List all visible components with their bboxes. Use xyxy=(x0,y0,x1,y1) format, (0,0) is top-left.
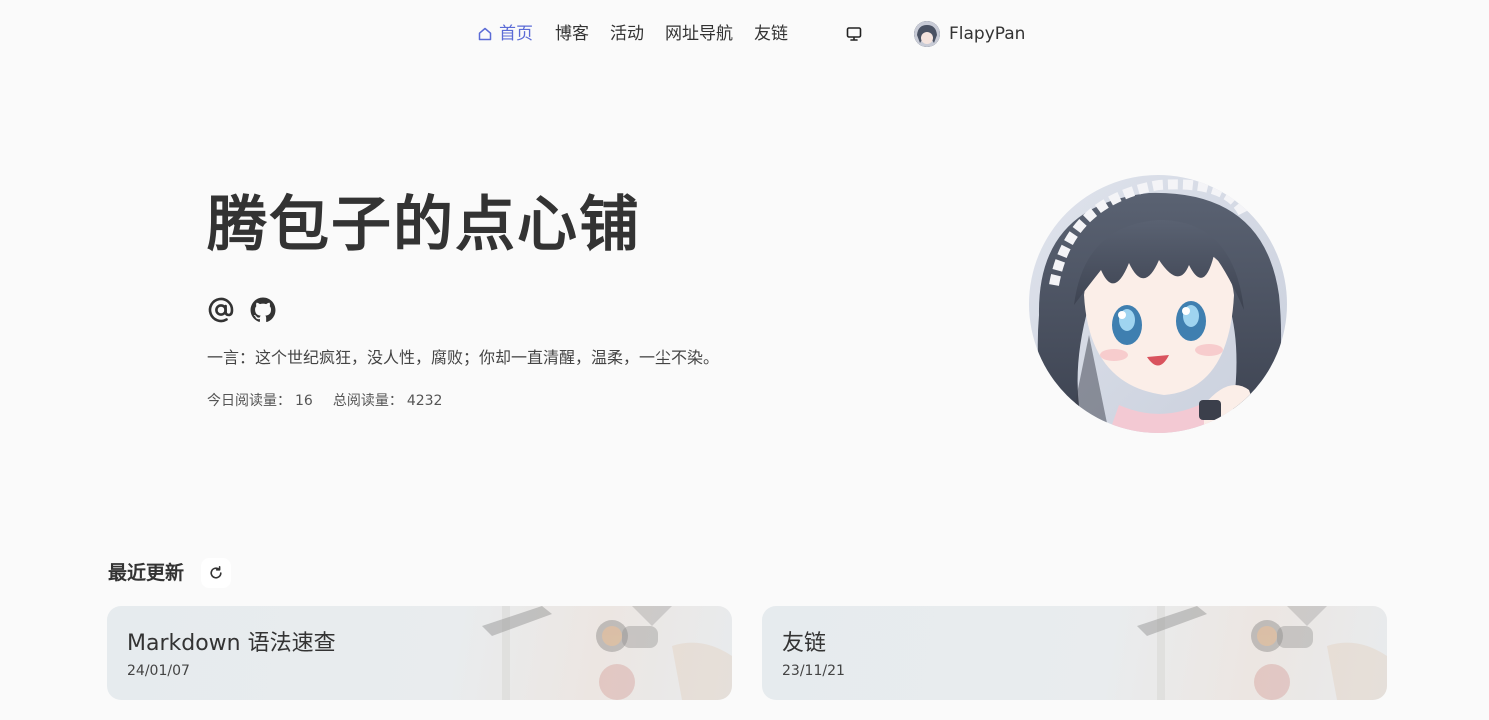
nav-friend-links[interactable]: 友链 xyxy=(754,22,788,46)
refresh-icon xyxy=(210,566,222,579)
nav-sites[interactable]: 网址导航 xyxy=(665,22,733,46)
card-background-illustration xyxy=(482,606,732,700)
email-link[interactable] xyxy=(207,296,235,324)
nav-home[interactable]: 首页 xyxy=(477,22,533,46)
read-stats: 今日阅读量： 16 总阅读量： 4232 xyxy=(207,391,446,411)
nav-blog[interactable]: 博客 xyxy=(555,22,589,46)
total-reads-value: 4232 xyxy=(406,393,443,409)
post-card[interactable]: 友链 23/11/21 xyxy=(762,606,1387,700)
home-icon xyxy=(478,27,492,41)
nav-activity[interactable]: 活动 xyxy=(610,22,644,46)
recent-updates-heading: 最近更新 xyxy=(108,562,185,584)
card-background-illustration xyxy=(1137,606,1387,700)
github-icon xyxy=(250,297,276,323)
theme-toggle-button[interactable] xyxy=(845,25,863,43)
post-date: 24/01/07 xyxy=(127,663,190,679)
nav-home-label: 首页 xyxy=(499,24,533,44)
at-sign-icon xyxy=(208,297,234,323)
post-card[interactable]: Markdown 语法速查 24/01/07 xyxy=(107,606,732,700)
total-reads-label: 总阅读量： xyxy=(332,393,403,409)
refresh-button[interactable] xyxy=(201,558,231,588)
github-link[interactable] xyxy=(249,296,277,324)
monitor-icon xyxy=(846,27,862,41)
post-title: Markdown 语法速查 xyxy=(127,631,336,656)
post-title: 友链 xyxy=(782,631,827,656)
post-date: 23/11/21 xyxy=(782,663,845,679)
site-title: 腾包子的点心铺 xyxy=(207,190,641,260)
top-navbar: 首页 博客 活动 网址导航 友链 FlapyPan xyxy=(0,0,1489,66)
username: FlapyPan xyxy=(949,24,1026,44)
social-links xyxy=(207,296,277,324)
hero-avatar-image xyxy=(1029,175,1287,433)
user-menu[interactable]: FlapyPan xyxy=(914,20,1025,48)
today-reads-value: 16 xyxy=(295,393,313,409)
daily-quote: 一言：这个世纪疯狂，没人性，腐败；你却一直清醒，温柔，一尘不染。 xyxy=(207,348,720,367)
today-reads-label: 今日阅读量： xyxy=(207,393,291,409)
avatar xyxy=(914,21,940,47)
